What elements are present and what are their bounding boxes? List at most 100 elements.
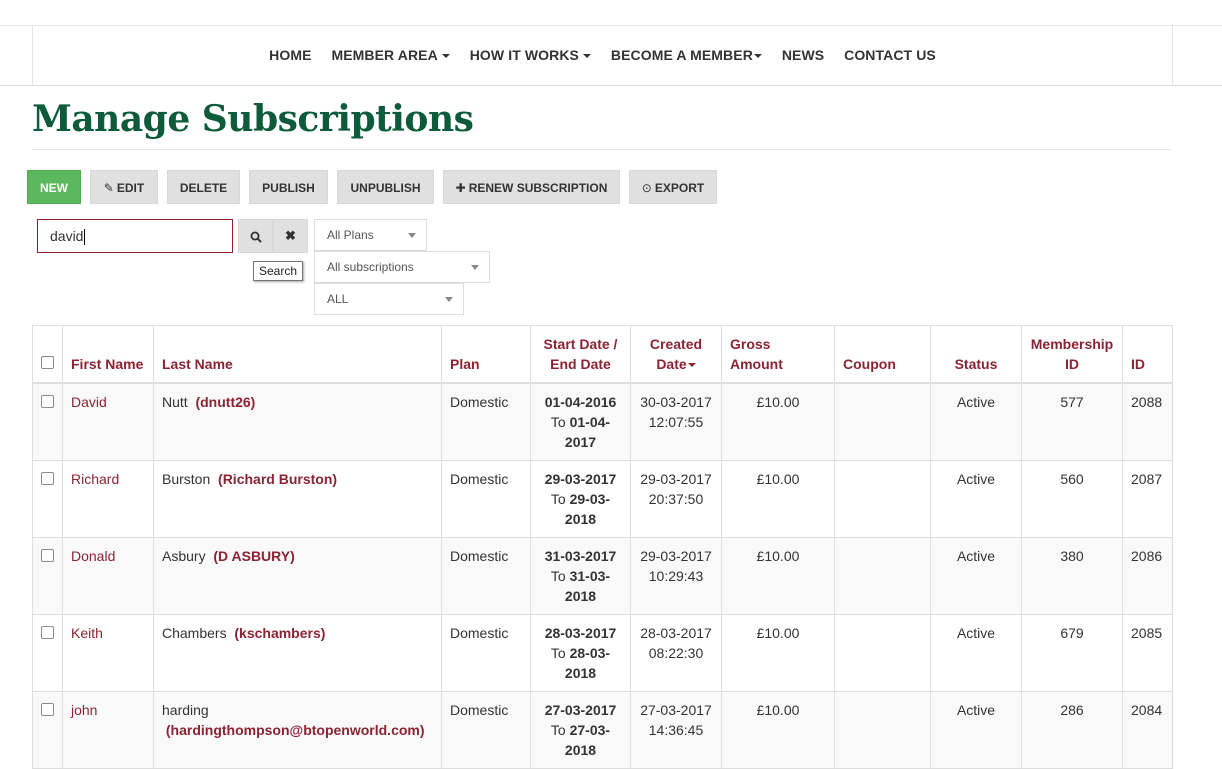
row-checkbox[interactable] [41,626,54,639]
publish-button-label: PUBLISH [262,181,315,195]
header-coupon[interactable]: Coupon [834,325,931,384]
gross-amount-cell: £10.00 [721,614,835,692]
start-end-date-cell: 28-03-2017 To 28-03- 2018 [530,614,631,692]
first-name-link[interactable]: Keith [71,625,103,641]
status-filter-value: ALL [327,292,349,306]
text-cursor [84,229,86,246]
header-first-name-label: First Name [71,356,144,372]
coupon-cell [834,460,931,538]
username-link[interactable]: (dnutt26) [195,394,255,410]
nav-news[interactable]: NEWS [782,47,824,63]
header-status[interactable]: Status [930,325,1022,384]
header-amount-label: Amount [730,356,783,372]
start-date: 29-03-2017 [544,471,617,487]
header-membership-id[interactable]: Membership ID [1021,325,1123,384]
created-time: 08:22:30 [648,645,704,661]
end-date-part: 01-04- [569,414,611,430]
subscriptions-table: First Name Last Name Plan Start Date / En… [32,325,1173,769]
delete-button[interactable]: DELETE [167,170,240,204]
plan-filter-select[interactable]: All Plans [314,219,427,251]
header-id[interactable]: ID [1122,325,1173,384]
plan-filter-value: All Plans [327,228,374,242]
header-gross-amount[interactable]: Gross Amount [721,325,835,384]
header-date-label: Date [656,356,687,372]
status-cell: Active [930,460,1022,538]
last-name-cell: Nutt (dnutt26) [153,382,442,461]
username-link[interactable]: (kschambers) [234,625,325,641]
row-checkbox[interactable] [41,395,54,408]
first-name-cell: Richard [62,460,154,538]
created-date: 29-03-2017 [640,548,712,564]
unpublish-button[interactable]: UNPUBLISH [337,170,434,204]
header-created-label: Created [649,336,703,352]
table-row: john harding (hardingthompson@btopenworl… [32,691,1173,769]
publish-button[interactable]: PUBLISH [249,170,328,204]
last-name-text: Burston [162,471,211,487]
caret-down-icon [753,54,762,59]
first-name-link[interactable]: Richard [71,471,119,487]
nav-become-a-member[interactable]: BECOME A MEMBER [611,47,762,63]
created-date: 30-03-2017 [640,394,712,410]
header-last-name[interactable]: Last Name [153,325,442,384]
membership-id-cell: 286 [1021,691,1123,769]
nav-how-it-works[interactable]: HOW IT WORKS [470,47,591,63]
header-plan-label: Plan [450,356,480,372]
header-plan[interactable]: Plan [441,325,531,384]
last-name-cell: Asbury (D ASBURY) [153,537,442,615]
status-cell: Active [930,691,1022,769]
username-link[interactable]: (hardingthompson@btopenworld.com) [166,722,425,738]
header-end-date-label: End Date [550,356,611,372]
end-date-year: 2018 [564,511,597,527]
row-select-cell [32,614,63,692]
search-tooltip: Search [253,261,304,281]
header-start-date-label: Start Date / [543,336,618,352]
header-first-name[interactable]: First Name [62,325,154,384]
nav-home[interactable]: HOME [269,47,311,63]
username-link[interactable]: (Richard Burston) [218,471,337,487]
select-all-checkbox[interactable] [41,356,54,369]
membership-id-cell: 679 [1021,614,1123,692]
row-checkbox[interactable] [41,549,54,562]
created-time: 20:37:50 [648,491,704,507]
start-end-date-cell: 01-04-2016 To 01-04- 2017 [530,382,631,461]
renew-subscription-button[interactable]: ✚ RENEW SUBSCRIPTION [443,170,620,204]
main-nav-container: HOME MEMBER AREA HOW IT WORKS BECOME A M… [32,25,1173,85]
row-checkbox[interactable] [41,703,54,716]
caret-down-icon [441,54,450,59]
edit-button[interactable]: ✎ EDIT [90,170,158,204]
gross-amount-cell: £10.00 [721,460,835,538]
header-id-label: ID [1131,356,1145,372]
first-name-link[interactable]: john [71,702,97,718]
row-checkbox[interactable] [41,472,54,485]
header-created-date[interactable]: Created Date [630,325,722,384]
first-name-cell: john [62,691,154,769]
table-header-row: First Name Last Name Plan Start Date / En… [32,325,1173,384]
search-button[interactable] [238,219,273,253]
export-button[interactable]: ⊙ EXPORT [629,170,717,204]
last-name-text: Nutt [162,394,188,410]
header-start-end-date[interactable]: Start Date / End Date [530,325,631,384]
first-name-link[interactable]: Donald [71,548,115,564]
nav-member-area[interactable]: MEMBER AREA [331,47,450,63]
to-label: To [550,645,566,661]
membership-id-cell: 577 [1021,382,1123,461]
end-date-year: 2018 [564,588,597,604]
nav-contact-us[interactable]: CONTACT US [844,47,936,63]
status-filter-select[interactable]: ALL [314,283,464,315]
to-label: To [550,414,566,430]
username-link[interactable]: (D ASBURY) [213,548,294,564]
table-row: Donald Asbury (D ASBURY) Domestic 31-03-… [32,537,1173,615]
first-name-link[interactable]: David [71,394,107,410]
edit-button-label: EDIT [116,181,145,195]
search-input[interactable]: david [37,219,233,253]
new-button[interactable]: NEW [27,170,81,204]
gross-amount-cell: £10.00 [721,691,835,769]
subscription-filter-select[interactable]: All subscriptions [314,251,490,283]
status-cell: Active [930,537,1022,615]
header-membership-label: Membership [1030,336,1114,352]
plan-cell: Domestic [441,460,531,538]
start-date: 31-03-2017 [544,548,617,564]
plan-cell: Domestic [441,382,531,461]
clear-search-button[interactable]: ✖ [273,219,308,253]
end-date-year: 2018 [564,742,597,758]
